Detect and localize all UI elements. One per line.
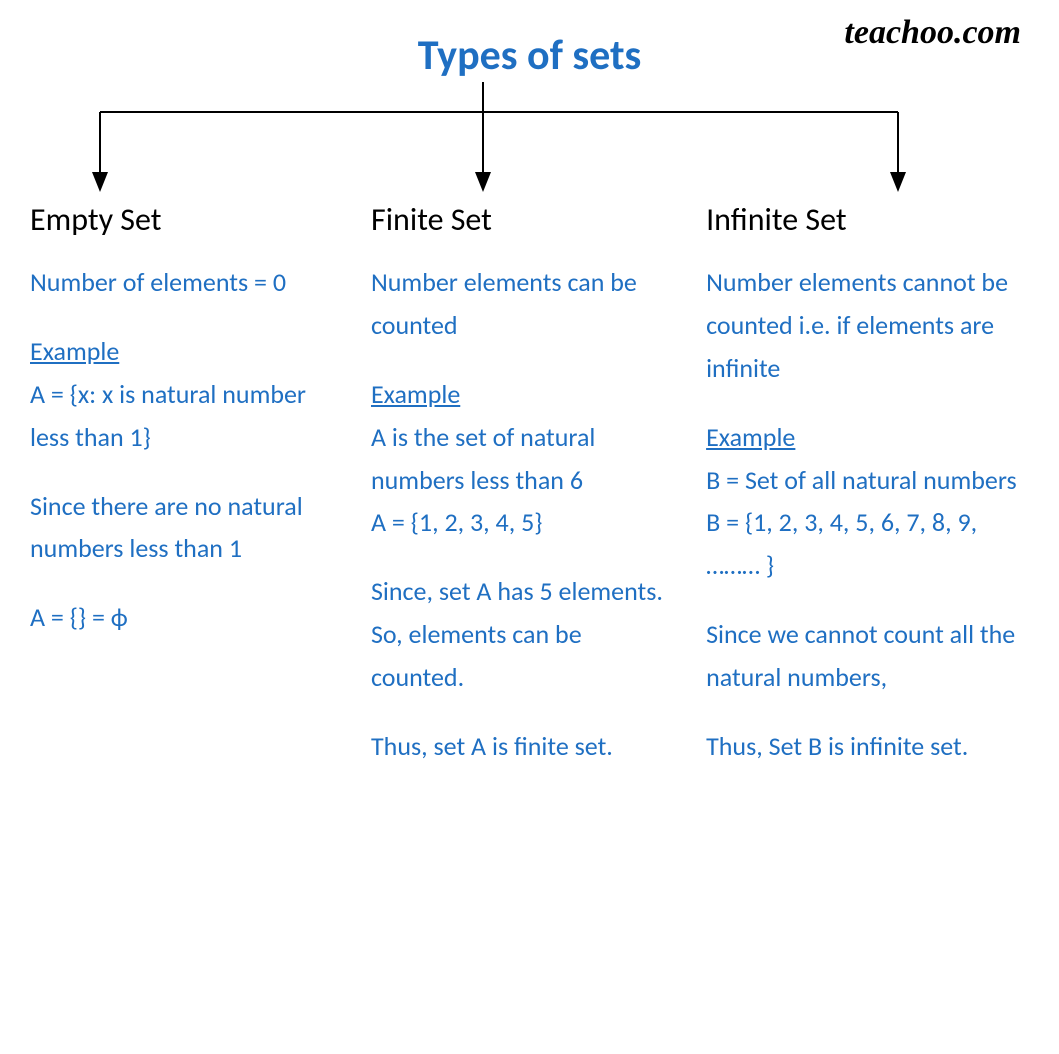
body-empty-set: Number of elements = 0 Example A = {x: x… <box>30 261 351 665</box>
columns-container: Empty Set Number of elements = 0 Example… <box>0 200 1059 794</box>
diagram-title: Types of sets <box>418 30 642 81</box>
example-label-finite: Example <box>371 373 460 416</box>
conclusion-infinite: Thus, Set B is infinite set. <box>706 725 1035 768</box>
conclusion-empty: A = {} = ϕ <box>30 596 351 639</box>
body-finite-set: Number elements can be counted Example A… <box>371 261 678 794</box>
example-desc-infinite: B = Set of all natural numbers <box>706 459 1035 502</box>
example-label-infinite: Example <box>706 416 795 459</box>
definition-empty: Number of elements = 0 <box>30 261 351 304</box>
example-label-empty: Example <box>30 330 119 373</box>
heading-infinite-set: Infinite Set <box>706 200 1035 239</box>
heading-empty-set: Empty Set <box>30 200 351 239</box>
definition-finite: Number elements can be counted <box>371 261 678 347</box>
watermark: teachoo.com <box>844 14 1021 52</box>
conclusion-finite: Thus, set A is finite set. <box>371 725 678 768</box>
example-set-empty: A = {x: x is natural number less than 1} <box>30 373 351 459</box>
tree-connector <box>0 82 1059 202</box>
column-infinite-set: Infinite Set Number elements cannot be c… <box>678 200 1035 794</box>
definition-infinite: Number elements cannot be counted i.e. i… <box>706 261 1035 390</box>
column-empty-set: Empty Set Number of elements = 0 Example… <box>24 200 351 794</box>
column-finite-set: Finite Set Number elements can be counte… <box>351 200 678 794</box>
example-desc-finite: A is the set of natural numbers less tha… <box>371 416 678 502</box>
reason-empty: Since there are no natural numbers less … <box>30 485 351 571</box>
heading-finite-set: Finite Set <box>371 200 678 239</box>
reason-infinite: Since we cannot count all the natural nu… <box>706 613 1035 699</box>
example-set-infinite: B = {1, 2, 3, 4, 5, 6, 7, 8, 9, ……… } <box>706 501 1035 587</box>
body-infinite-set: Number elements cannot be counted i.e. i… <box>706 261 1035 794</box>
example-set-finite: A = {1, 2, 3, 4, 5} <box>371 501 678 544</box>
reason-finite: Since, set A has 5 elements. So, element… <box>371 570 678 699</box>
